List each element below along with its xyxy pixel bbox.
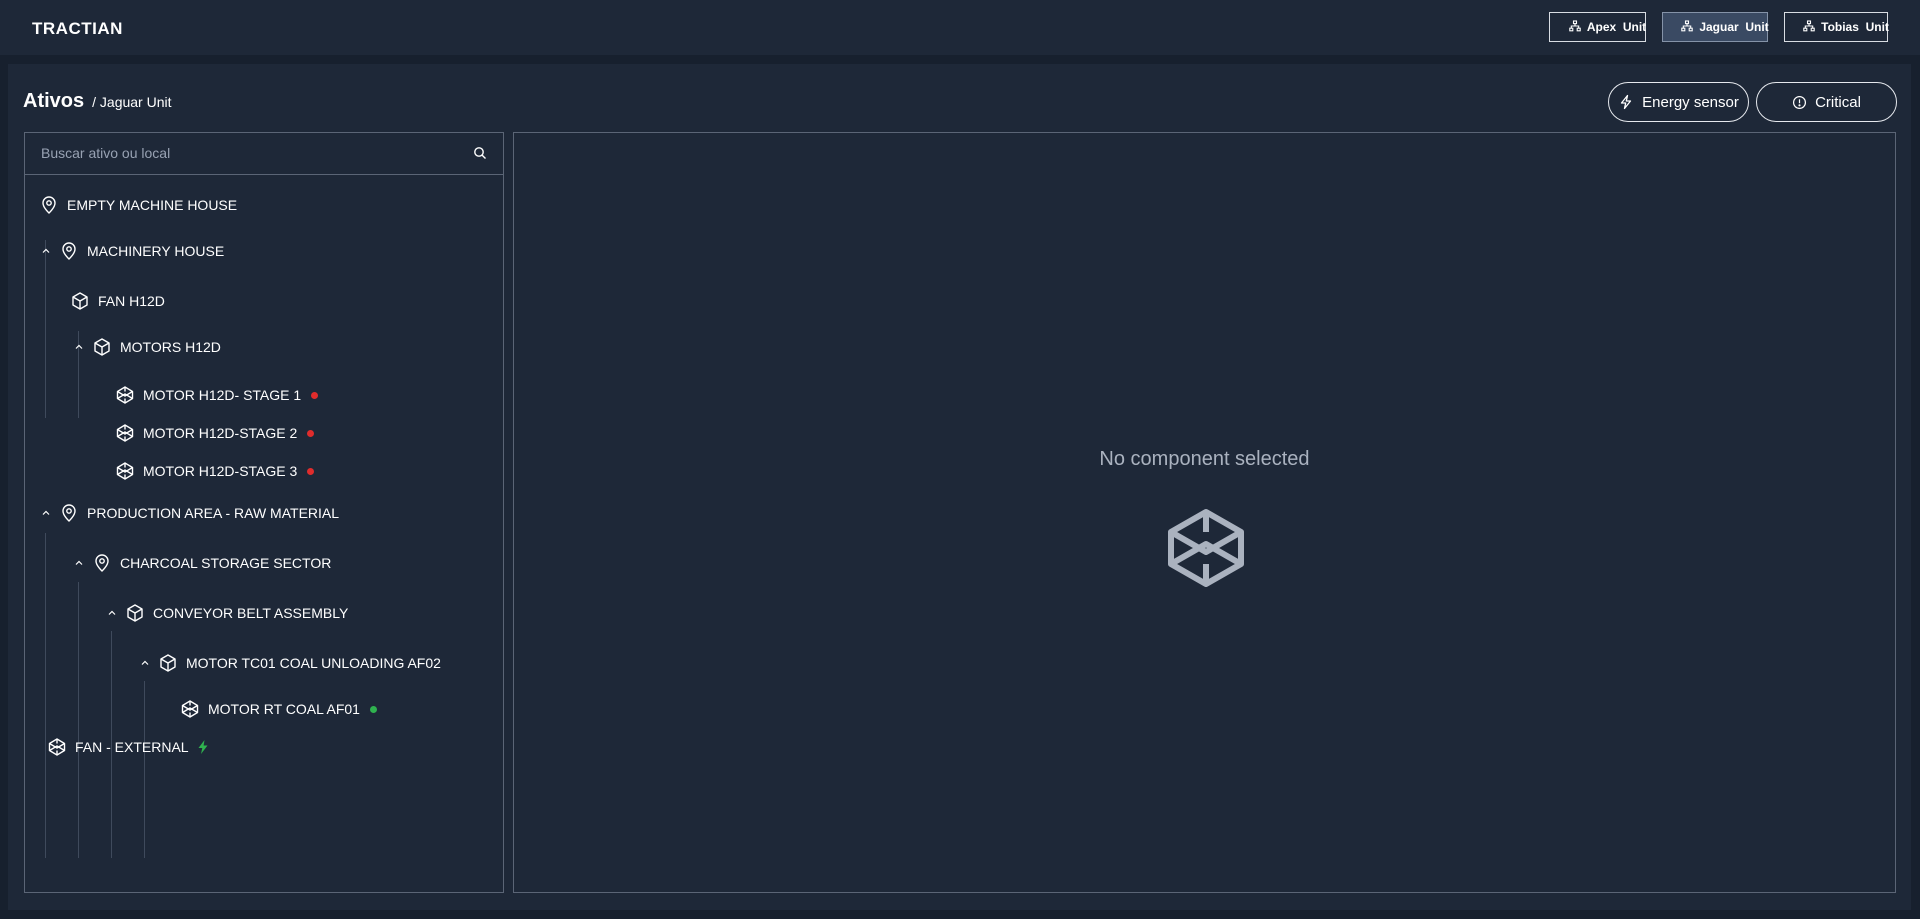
cube-icon [125, 603, 145, 623]
tree-item-component[interactable]: FAN - EXTERNAL [47, 737, 209, 757]
search-input[interactable] [25, 133, 503, 173]
sitemap-icon [1661, 6, 1694, 49]
component-detail-panel: No component selected [513, 132, 1896, 893]
tree-item-asset[interactable]: CONVEYOR BELT ASSEMBLY [107, 603, 348, 623]
unit-button-apex[interactable]: Apex Unit [1549, 12, 1646, 42]
operating-status-dot [369, 705, 377, 713]
unit-button-jaguar[interactable]: Jaguar Unit [1662, 12, 1769, 42]
empty-state-message: No component selected [1099, 448, 1310, 470]
tree-guide-line [45, 240, 46, 418]
tree-item-label: MOTOR H12D-STAGE 2 [143, 425, 298, 441]
sitemap-icon [1549, 6, 1581, 49]
top-bar: TRACTIAN Apex Unit Jaguar Unit Tobias Un… [0, 0, 1920, 55]
map-pin-icon [39, 195, 59, 215]
tree-item-component[interactable]: MOTOR RT COAL AF01 [180, 699, 377, 719]
tree-item-label: CONVEYOR BELT ASSEMBLY [153, 605, 349, 621]
chevron-up-icon[interactable] [41, 508, 51, 518]
component-icon [115, 461, 135, 481]
tree-item-asset[interactable]: FAN H12D [70, 291, 165, 311]
chevron-up-icon[interactable] [74, 558, 84, 568]
component-icon [180, 699, 200, 719]
energy-sensor-filter-button[interactable]: Energy sensor [1608, 82, 1749, 122]
unit-button-label: Jaguar Unit [1699, 20, 1769, 34]
component-icon [47, 737, 67, 757]
chevron-up-icon[interactable] [74, 342, 84, 352]
tree-item-location[interactable]: CHARCOAL STORAGE SECTOR [74, 553, 331, 573]
bolt-icon [1618, 94, 1634, 110]
tree-item-label: MOTOR H12D- STAGE 1 [143, 387, 302, 403]
tree-item-label: MOTOR H12D-STAGE 3 [143, 463, 298, 479]
map-pin-icon [92, 553, 112, 573]
tree-item-location[interactable]: PRODUCTION AREA - RAW MATERIAL [41, 503, 339, 523]
alert-status-dot [311, 391, 319, 399]
tree-item-component[interactable]: MOTOR H12D- STAGE 1 [115, 385, 319, 405]
tree-item-location[interactable]: EMPTY MACHINE HOUSE [39, 195, 237, 215]
component-icon [115, 423, 135, 443]
chevron-up-icon[interactable] [140, 658, 150, 668]
bolt-icon [197, 740, 209, 754]
tree-item-component[interactable]: MOTOR H12D-STAGE 3 [115, 461, 315, 481]
tractian-logo[interactable]: TRACTIAN [32, 19, 123, 39]
critical-label: Critical [1815, 93, 1861, 111]
tree-item-component[interactable]: MOTOR H12D-STAGE 2 [115, 423, 315, 443]
tree-item-label: FAN - EXTERNAL [75, 739, 189, 755]
tree-item-asset[interactable]: MOTOR TC01 COAL UNLOADING AF02 [140, 653, 441, 673]
page-title: Ativos [23, 90, 85, 112]
unit-button-label: Tobias Unit [1821, 20, 1889, 34]
search-icon[interactable] [473, 146, 487, 160]
energy-sensor-label: Energy sensor [1642, 93, 1739, 111]
tree-item-label: MACHINERY HOUSE [87, 243, 225, 259]
unit-button-label: Apex Unit [1586, 20, 1647, 34]
map-pin-icon [59, 241, 79, 261]
info-circle-icon [1792, 95, 1807, 110]
map-pin-icon [59, 503, 79, 523]
tree-guide-line [78, 582, 79, 858]
sitemap-icon [1783, 6, 1815, 49]
alert-status-dot [307, 429, 315, 437]
tree-item-asset[interactable]: MOTORS H12D [74, 337, 221, 357]
chevron-up-icon[interactable] [107, 608, 117, 618]
assets-panel: Ativos / Jaguar Unit Energy sensor Criti… [8, 64, 1911, 910]
breadcrumb: / Jaguar Unit [92, 94, 172, 110]
asset-tree-panel: EMPTY MACHINE HOUSE MACHINERY HOUSE FAN … [24, 132, 504, 893]
tree-item-label: EMPTY MACHINE HOUSE [67, 197, 238, 213]
tree-item-label: MOTOR TC01 COAL UNLOADING AF02 [186, 655, 441, 671]
tree-item-label: MOTOR RT COAL AF01 [208, 701, 360, 717]
cube-icon [70, 291, 90, 311]
tree-guide-line [45, 533, 46, 858]
component-icon [1165, 507, 1247, 589]
chevron-up-icon[interactable] [41, 246, 51, 256]
component-icon [115, 385, 135, 405]
critical-filter-button[interactable]: Critical [1756, 82, 1897, 122]
tree-item-label: CHARCOAL STORAGE SECTOR [120, 555, 332, 571]
tree-guide-line [144, 681, 145, 858]
tree-item-location[interactable]: MACHINERY HOUSE [41, 241, 224, 261]
tree-item-label: FAN H12D [98, 293, 165, 309]
tree-item-label: MOTORS H12D [120, 339, 221, 355]
search-bar [25, 133, 503, 175]
page-header: Ativos / Jaguar Unit [23, 90, 172, 113]
unit-button-tobias[interactable]: Tobias Unit [1784, 12, 1889, 42]
cube-icon [158, 653, 178, 673]
alert-status-dot [307, 467, 315, 475]
cube-icon [92, 337, 112, 357]
tree-item-label: PRODUCTION AREA - RAW MATERIAL [87, 505, 340, 521]
